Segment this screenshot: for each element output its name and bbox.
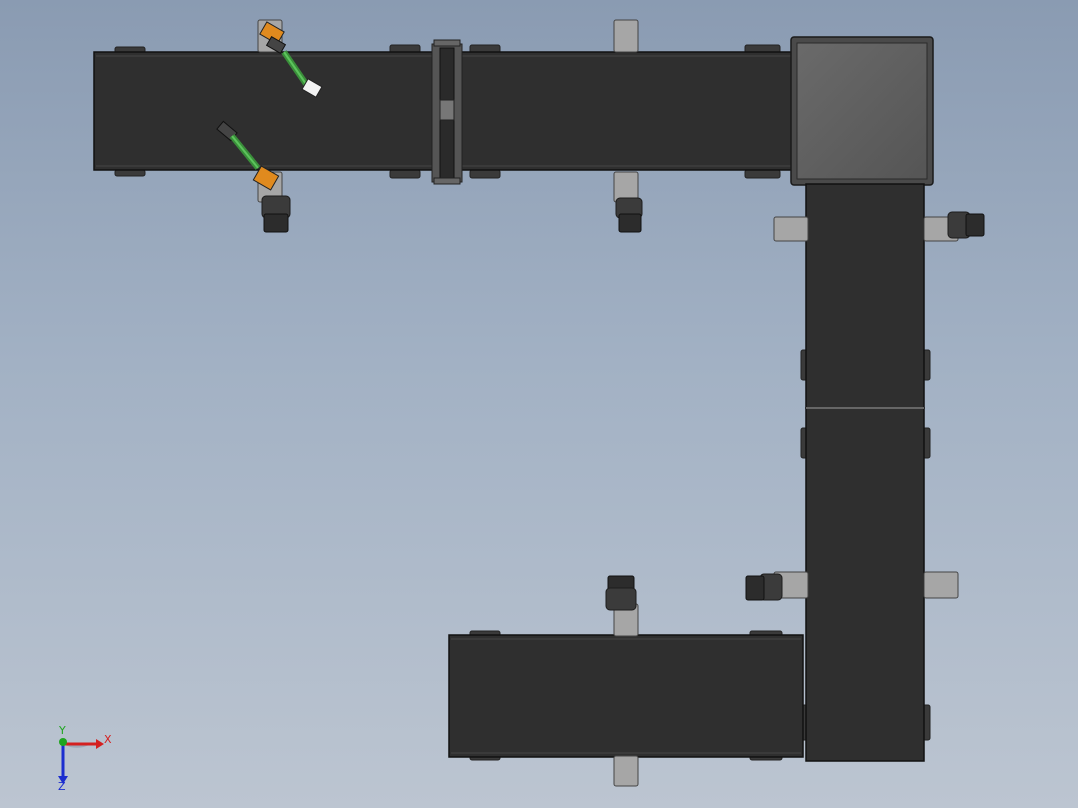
- conveyor-top[interactable]: [93, 39, 795, 185]
- z-axis-label: Z: [58, 780, 66, 793]
- motor-top-right: [615, 197, 643, 233]
- motor-top-left: [261, 195, 291, 233]
- bracket-vert-1: [773, 216, 809, 242]
- x-axis-label: X: [104, 733, 112, 746]
- motor-vert-bottom: [745, 573, 783, 601]
- bracket-vert-4: [923, 571, 959, 599]
- motor-vert-top: [947, 211, 985, 239]
- conveyor-bottom[interactable]: [448, 630, 804, 761]
- y-axis-label: Y: [58, 724, 66, 737]
- conveyor-assembly-drawing: X Y Z: [58, 19, 985, 793]
- motor-bottom: [605, 575, 637, 611]
- coordinate-triad-icon: X Y Z: [58, 724, 112, 793]
- corner-transfer-hood[interactable]: [790, 36, 934, 186]
- bracket-top-1: [613, 19, 639, 53]
- conveyor-vertical[interactable]: [800, 183, 931, 762]
- cad-graphics-area[interactable]: X Y Z: [0, 0, 1078, 808]
- bracket-bottom-2: [613, 755, 639, 787]
- splice-unit: [431, 39, 463, 185]
